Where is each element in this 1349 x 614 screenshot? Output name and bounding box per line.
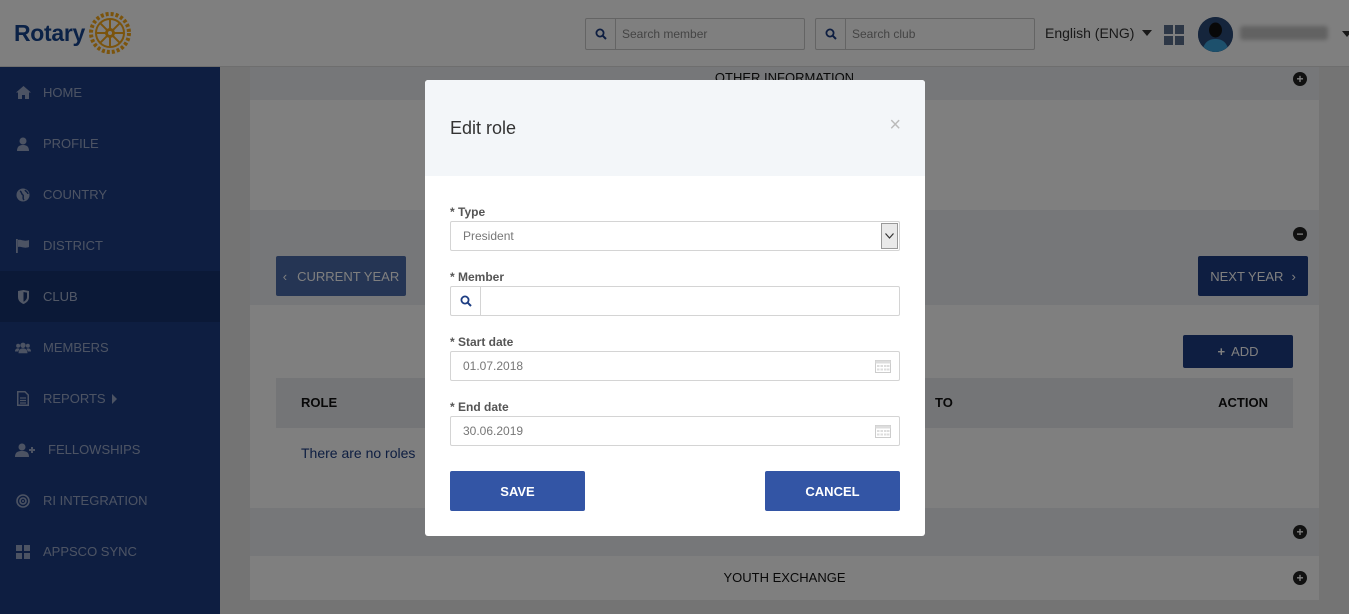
start-date-input[interactable]: 01.07.2018: [450, 351, 900, 381]
close-icon[interactable]: ×: [889, 114, 901, 137]
member-field: [450, 286, 900, 316]
type-select[interactable]: President: [450, 221, 900, 251]
calendar-icon[interactable]: [875, 359, 891, 373]
type-label: * Type: [450, 205, 486, 219]
member-input[interactable]: [481, 287, 899, 315]
calendar-icon[interactable]: [875, 424, 891, 438]
start-date-value: 01.07.2018: [463, 359, 524, 373]
save-button[interactable]: SAVE: [450, 471, 585, 511]
modal-title: Edit role: [450, 118, 517, 138]
end-date-label: * End date: [450, 400, 509, 414]
cancel-button[interactable]: CANCEL: [765, 471, 900, 511]
type-selected-value: President: [463, 229, 514, 243]
search-icon: [451, 287, 481, 315]
modal-header: Edit role ×: [425, 80, 925, 176]
chevron-down-icon[interactable]: [881, 223, 898, 249]
edit-role-modal: Edit role × * Type President * Member * …: [425, 80, 925, 536]
end-date-value: 30.06.2019: [463, 424, 524, 438]
member-label: * Member: [450, 270, 505, 284]
end-date-input[interactable]: 30.06.2019: [450, 416, 900, 446]
start-date-label: * Start date: [450, 335, 514, 349]
